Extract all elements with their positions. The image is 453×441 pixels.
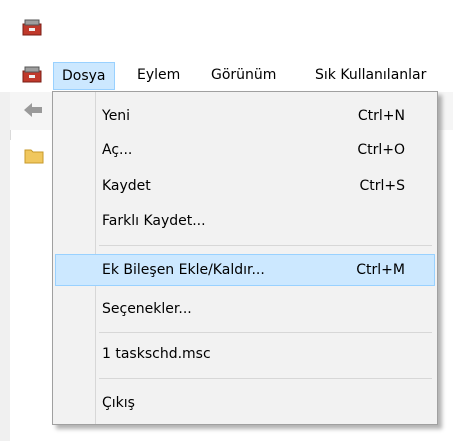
menu-separator [99,245,432,246]
title-bar [0,0,453,56]
dosya-dropdown-menu: Yeni Ctrl+N Aç... Ctrl+O Kaydet Ctrl+S F… [52,91,438,425]
menu-item-recent-file[interactable]: 1 taskschd.msc [55,338,435,370]
menu-item-ac[interactable]: Aç... Ctrl+O [55,134,435,166]
menu-item-shortcut: Ctrl+O [357,142,405,158]
menu-item-label: Yeni [102,108,131,124]
menu-item-label: Çıkış [102,395,135,411]
menu-item-yeni[interactable]: Yeni Ctrl+N [55,100,435,132]
menu-item-kaydet[interactable]: Kaydet Ctrl+S [55,170,435,202]
folder-icon[interactable] [24,147,44,165]
menu-item-label: Ek Bileşen Ekle/Kaldır... [102,262,265,278]
menu-sik-kullanilanlar[interactable]: Sık Kullanılanlar [307,62,434,88]
menu-item-label: Seçenekler... [102,301,192,317]
toolbox-icon[interactable] [22,64,42,84]
back-arrow-icon[interactable] [22,100,44,120]
toolbox-icon[interactable] [22,18,42,36]
menu-eylem[interactable]: Eylem [129,62,188,88]
menu-item-label: Aç... [102,142,133,158]
menu-gorunum[interactable]: Görünüm [203,62,284,88]
menu-item-cikis[interactable]: Çıkış [55,387,435,419]
menu-separator [99,378,432,379]
menu-item-farkli-kaydet[interactable]: Farklı Kaydet... [55,205,435,237]
menu-dosya[interactable]: Dosya [53,62,115,90]
menu-separator [99,332,432,333]
menu-item-label: Kaydet [102,178,151,194]
menu-item-shortcut: Ctrl+S [359,178,405,194]
menu-item-shortcut: Ctrl+N [357,108,405,124]
menu-item-secenekler[interactable]: Seçenekler... [55,293,435,325]
menu-item-label: 1 taskschd.msc [102,346,211,362]
menu-item-shortcut: Ctrl+M [356,262,405,278]
menu-bar: Dosya Eylem Görünüm Sık Kullanılanlar [0,56,453,93]
menu-item-label: Farklı Kaydet... [102,213,206,229]
menu-item-ek-bilesen[interactable]: Ek Bileşen Ekle/Kaldır... Ctrl+M [55,254,435,286]
